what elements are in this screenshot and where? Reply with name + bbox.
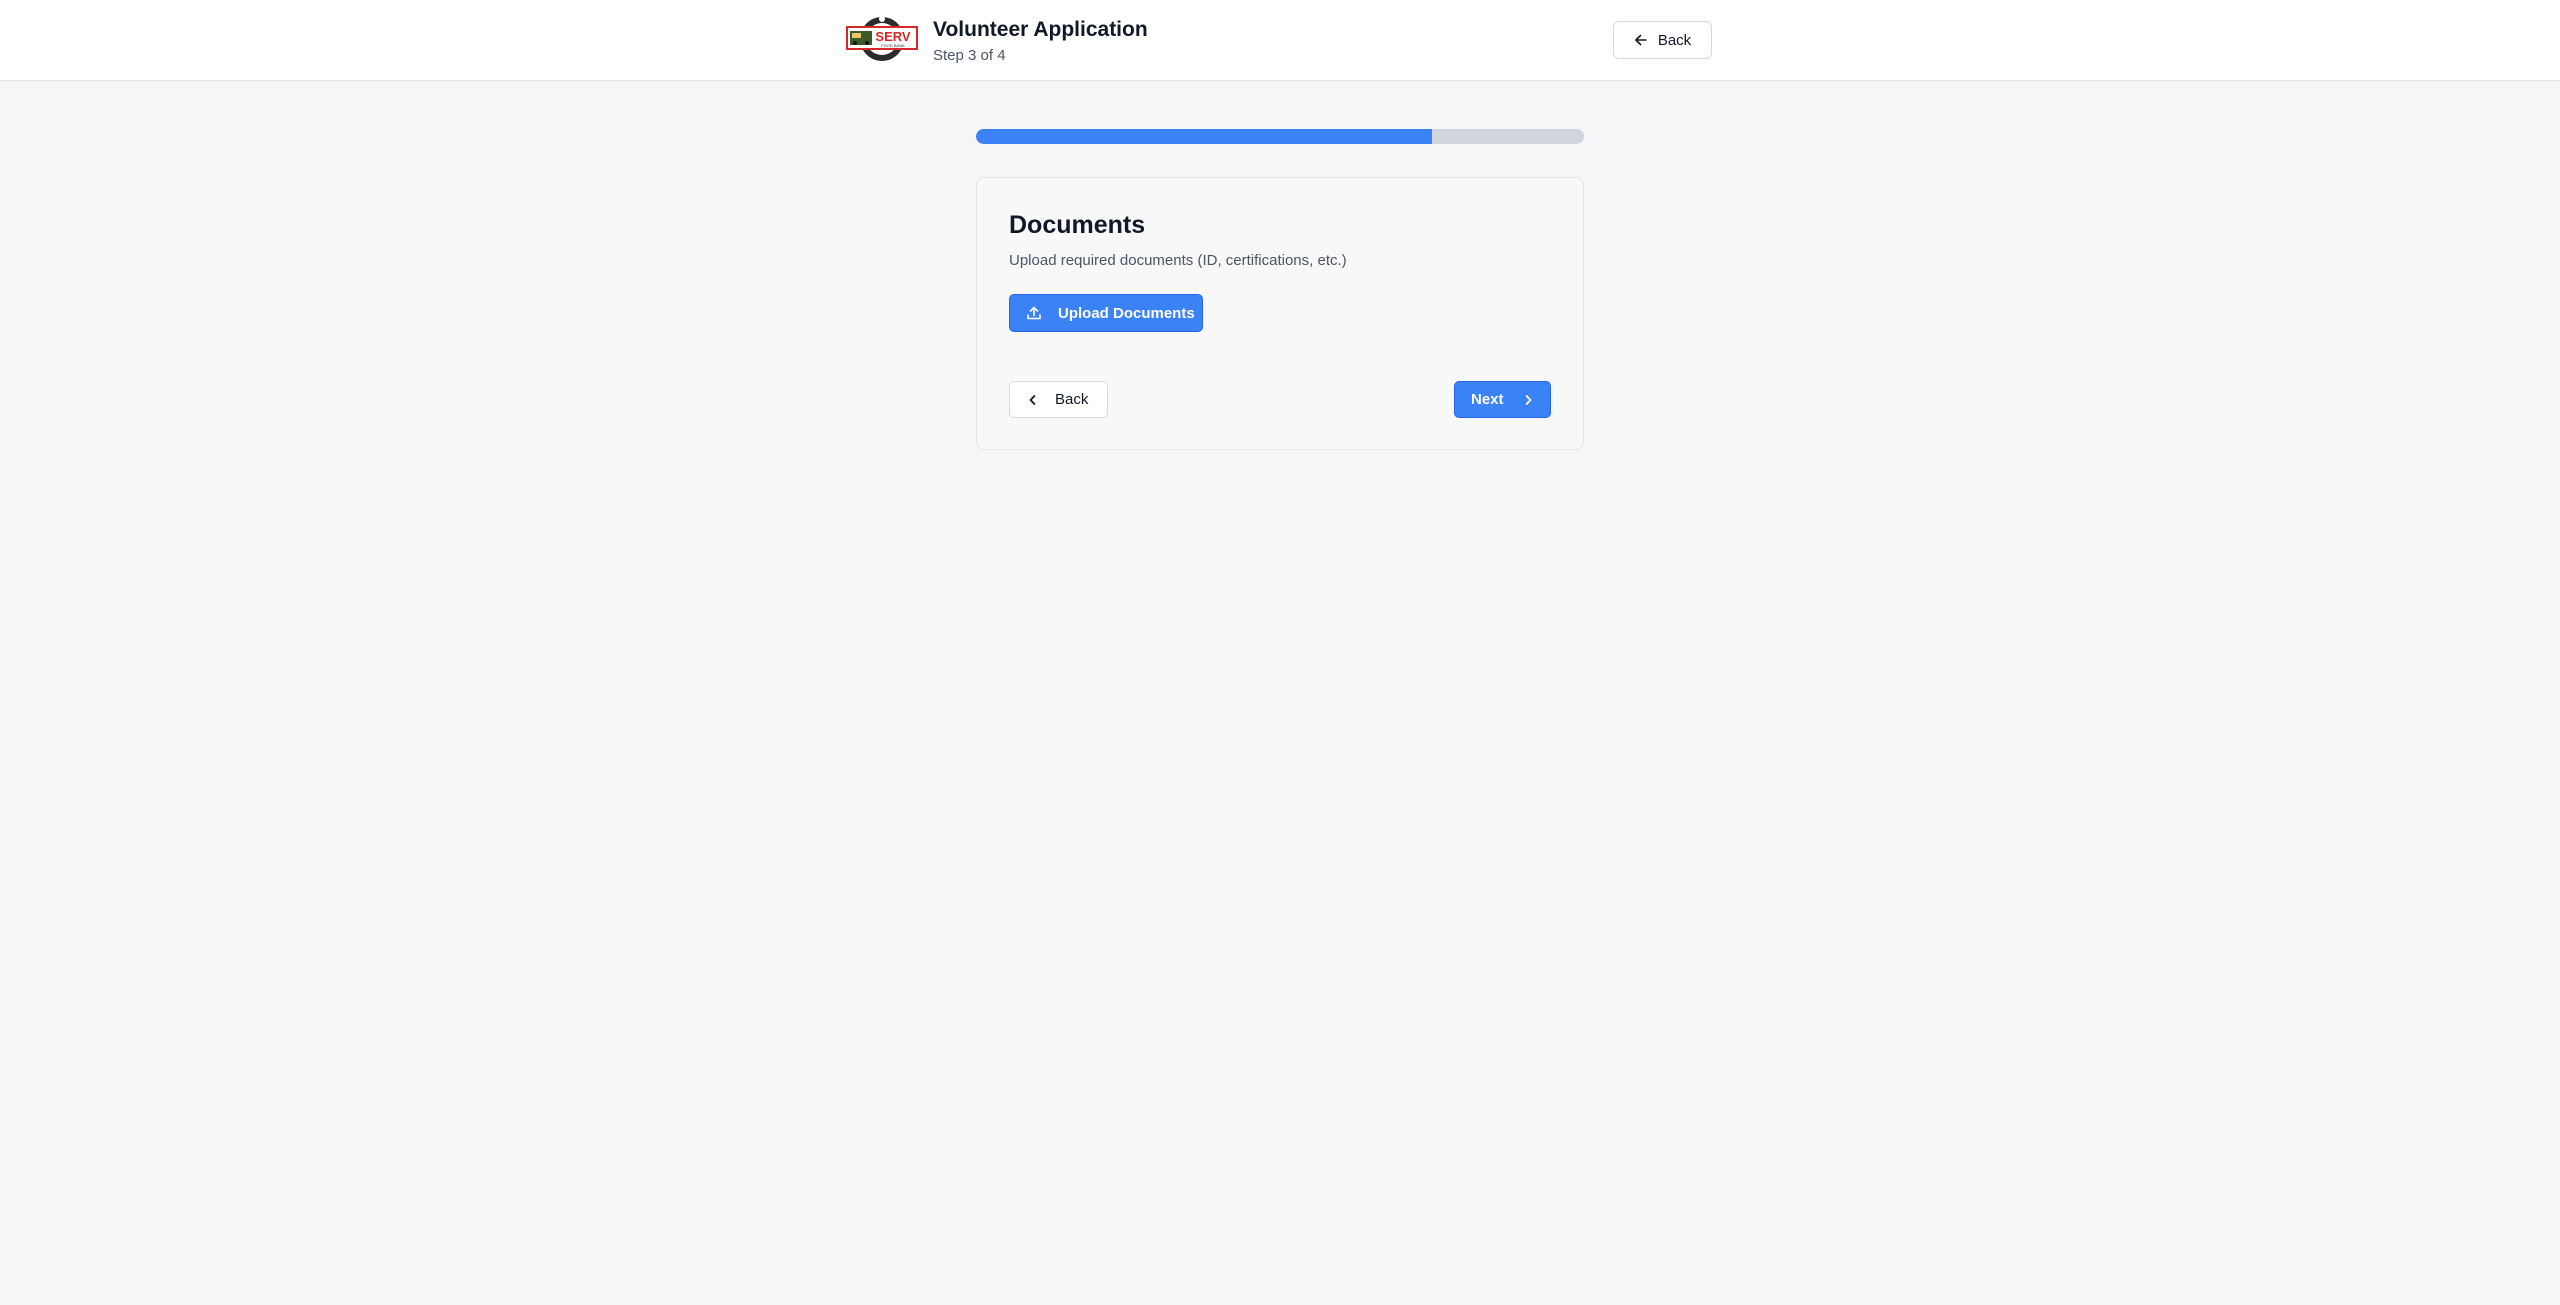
back-button[interactable]: Back (1009, 381, 1108, 418)
page-title: Volunteer Application (933, 18, 1148, 41)
upload-icon (1026, 305, 1042, 321)
progress-bar-fill (976, 129, 1432, 144)
section-description: Upload required documents (ID, certifica… (1009, 252, 1347, 269)
upload-documents-label: Upload Documents (1058, 304, 1195, 322)
back-label: Back (1055, 391, 1089, 408)
chevron-left-icon (1027, 394, 1039, 406)
top-header: SERV FOOD BANK Volunteer Application Ste… (0, 0, 2560, 81)
serv-logo: SERV FOOD BANK (846, 14, 918, 64)
section-title: Documents (1009, 211, 1146, 239)
svg-text:SERV: SERV (875, 29, 910, 44)
step-indicator: Step 3 of 4 (933, 47, 1006, 64)
documents-card: Documents Upload required documents (ID,… (976, 177, 1584, 450)
next-button[interactable]: Next (1454, 381, 1551, 418)
svg-text:FOOD BANK: FOOD BANK (881, 43, 905, 48)
upload-documents-button[interactable]: Upload Documents (1009, 294, 1203, 332)
next-label: Next (1471, 391, 1504, 408)
progress-bar (976, 129, 1584, 144)
arrow-left-icon (1634, 33, 1648, 47)
header-back-label: Back (1657, 31, 1692, 49)
header-inner: SERV FOOD BANK Volunteer Application Ste… (846, 0, 1712, 80)
header-title-group: Volunteer Application Step 3 of 4 (933, 17, 1148, 65)
header-back-button[interactable]: Back (1613, 21, 1712, 59)
chevron-right-icon (1522, 394, 1534, 406)
